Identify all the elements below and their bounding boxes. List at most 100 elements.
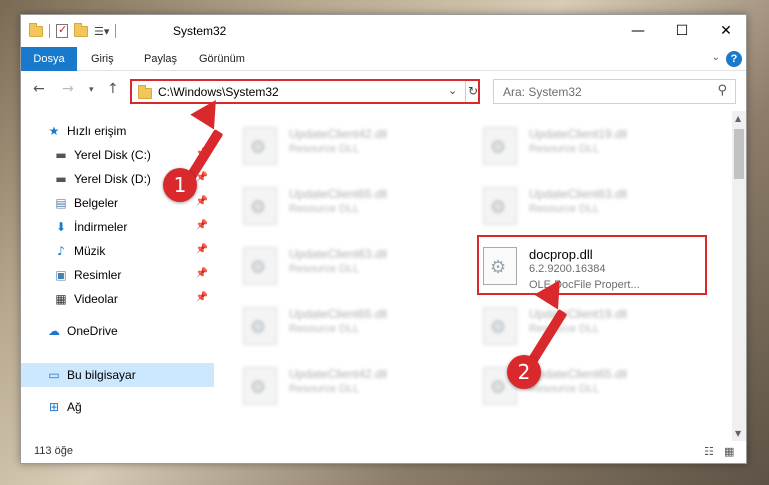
music-icon: ♪ — [57, 244, 65, 258]
pictures-icon: ▣ — [55, 268, 67, 282]
navigation-pane: ★ Hızlı erişim ▬ Yerel Disk (C:) 📌 ▬ Yer… — [21, 111, 214, 441]
item-count: 113 öğe — [34, 445, 73, 457]
sidebar-item-label: İndirmeler — [74, 220, 128, 234]
network-icon: ⊞ — [48, 400, 60, 414]
dll-file-icon — [483, 307, 517, 345]
sidebar-item-label: Hızlı erişim — [67, 124, 127, 138]
chevron-down-icon[interactable]: ⌄ — [712, 52, 720, 63]
customize-toolbar-icon[interactable]: ☰▾ — [94, 25, 109, 38]
sidebar-item-videos[interactable]: ▦ Videolar 📌 — [21, 287, 214, 311]
list-item[interactable]: UpdateClient42.dll Resource DLL — [217, 361, 437, 409]
pin-icon[interactable]: 📌 — [196, 292, 208, 303]
step-badge-2: 2 — [507, 355, 541, 389]
search-icon[interactable]: ⚲ — [717, 83, 727, 98]
refresh-icon[interactable]: ↻ — [465, 81, 480, 102]
file-name: UpdateClient65.dll — [529, 367, 628, 381]
cloud-icon: ☁ — [48, 324, 60, 338]
dll-file-icon — [243, 247, 277, 285]
list-item[interactable]: UpdateClient42.dll Resource DLL — [217, 121, 437, 169]
back-arrow-icon[interactable]: ← — [33, 81, 45, 97]
minimize-button[interactable]: — — [616, 15, 660, 47]
up-arrow-icon[interactable]: ↑ — [107, 81, 119, 97]
computer-icon: ▭ — [48, 368, 60, 382]
sidebar-item-onedrive[interactable]: ☁ OneDrive — [21, 319, 214, 343]
folder-icon — [29, 22, 43, 37]
sidebar-item-downloads[interactable]: ⬇ İndirmeler 📌 — [21, 215, 214, 239]
file-type: Resource DLL — [289, 323, 360, 335]
file-type: Resource DLL — [289, 143, 360, 155]
list-item[interactable]: UpdateClient65.dll Resource DLL — [217, 301, 437, 349]
search-placeholder: Ara: System32 — [503, 85, 582, 99]
file-type: Resource DLL — [529, 323, 600, 335]
sidebar-item-label: OneDrive — [67, 324, 118, 338]
close-button[interactable]: ✕ — [704, 15, 748, 47]
star-icon: ★ — [48, 124, 60, 138]
details-view-icon[interactable]: ☷ — [704, 445, 714, 458]
file-type: Resource DLL — [289, 383, 360, 395]
pin-icon[interactable]: 📌 — [196, 244, 208, 255]
sidebar-item-label: Bu bilgisayar — [67, 368, 136, 382]
tab-gorunum[interactable]: Görünüm — [199, 47, 245, 71]
address-bar[interactable]: C:\Windows\System32 ⌄ ↻ — [130, 79, 480, 104]
sidebar-item-label: Videolar — [74, 292, 118, 306]
list-item[interactable]: UpdateClient19.dll Resource DLL — [457, 301, 677, 349]
file-name: UpdateClient19.dll — [529, 307, 628, 321]
list-item[interactable]: UpdateClient63.dll Resource DLL — [457, 181, 677, 229]
scroll-thumb[interactable] — [734, 129, 744, 179]
dll-file-icon — [243, 367, 277, 405]
new-folder-icon[interactable] — [74, 22, 88, 37]
ribbon-tabs: Dosya Giriş Paylaş Görünüm ⌄ ? — [21, 47, 746, 71]
drive-icon: ▬ — [55, 172, 67, 186]
document-icon: ▤ — [55, 196, 67, 210]
file-type: Resource DLL — [289, 263, 360, 275]
dll-file-icon — [243, 187, 277, 225]
list-item[interactable]: UpdateClient65.dll Resource DLL — [457, 361, 677, 409]
file-type: Resource DLL — [289, 203, 360, 215]
video-icon: ▦ — [55, 292, 67, 306]
scroll-up-icon[interactable]: ▲ — [735, 114, 741, 123]
list-item[interactable]: UpdateClient63.dll Resource DLL — [217, 241, 437, 289]
sidebar-item-quick-access[interactable]: ★ Hızlı erişim — [21, 119, 214, 143]
file-name: UpdateClient42.dll — [289, 127, 388, 141]
tab-giris[interactable]: Giriş — [91, 47, 114, 71]
sidebar-item-disk-c[interactable]: ▬ Yerel Disk (C:) 📌 — [21, 143, 214, 167]
file-name: UpdateClient42.dll — [289, 367, 388, 381]
sidebar-item-music[interactable]: ♪ Müzik 📌 — [21, 239, 214, 263]
vertical-scrollbar[interactable]: ▲ ▼ — [732, 111, 746, 441]
large-icons-view-icon[interactable]: ▦ — [724, 445, 734, 458]
download-icon: ⬇ — [55, 220, 67, 234]
pin-icon[interactable]: 📌 — [196, 220, 208, 231]
pin-icon[interactable]: 📌 — [196, 268, 208, 279]
folder-icon — [138, 85, 152, 99]
file-name: UpdateClient19.dll — [529, 127, 628, 141]
file-name: UpdateClient65.dll — [289, 307, 388, 321]
pin-icon[interactable]: 📌 — [196, 196, 208, 207]
search-input[interactable]: Ara: System32 ⚲ — [493, 79, 736, 104]
help-icon[interactable]: ? — [726, 51, 742, 67]
sidebar-item-this-pc[interactable]: ▭ Bu bilgisayar — [21, 363, 214, 387]
forward-arrow-icon[interactable]: → — [62, 81, 74, 97]
tab-dosya[interactable]: Dosya — [21, 47, 77, 71]
dll-file-icon — [243, 307, 277, 345]
chevron-down-icon[interactable]: ⌄ — [448, 84, 457, 97]
quick-access-toolbar: ☰▾ — [29, 22, 117, 38]
properties-icon[interactable] — [56, 23, 68, 38]
sidebar-item-label: Yerel Disk (D:) — [74, 172, 151, 186]
list-item[interactable]: UpdateClient19.dll Resource DLL — [457, 121, 677, 169]
sidebar-item-pictures[interactable]: ▣ Resimler 📌 — [21, 263, 214, 287]
sidebar-item-label: Ağ — [67, 400, 82, 414]
separator — [115, 24, 117, 38]
sidebar-item-label: Yerel Disk (C:) — [74, 148, 151, 162]
dll-file-icon — [243, 127, 277, 165]
window-title: System32 — [173, 24, 227, 38]
tab-paylas[interactable]: Paylaş — [144, 47, 177, 71]
maximize-button[interactable]: ☐ — [660, 15, 704, 47]
file-name: UpdateClient63.dll — [529, 187, 628, 201]
sidebar-item-network[interactable]: ⊞ Ağ — [21, 395, 214, 419]
file-list: UpdateClient42.dll Resource DLL UpdateCl… — [217, 111, 729, 441]
highlight-box-docprop — [477, 235, 707, 295]
recent-locations-icon[interactable]: ▾ — [89, 85, 94, 95]
list-item[interactable]: UpdateClient65.dll Resource DLL — [217, 181, 437, 229]
drive-icon: ▬ — [55, 148, 67, 162]
scroll-down-icon[interactable]: ▼ — [735, 429, 741, 438]
